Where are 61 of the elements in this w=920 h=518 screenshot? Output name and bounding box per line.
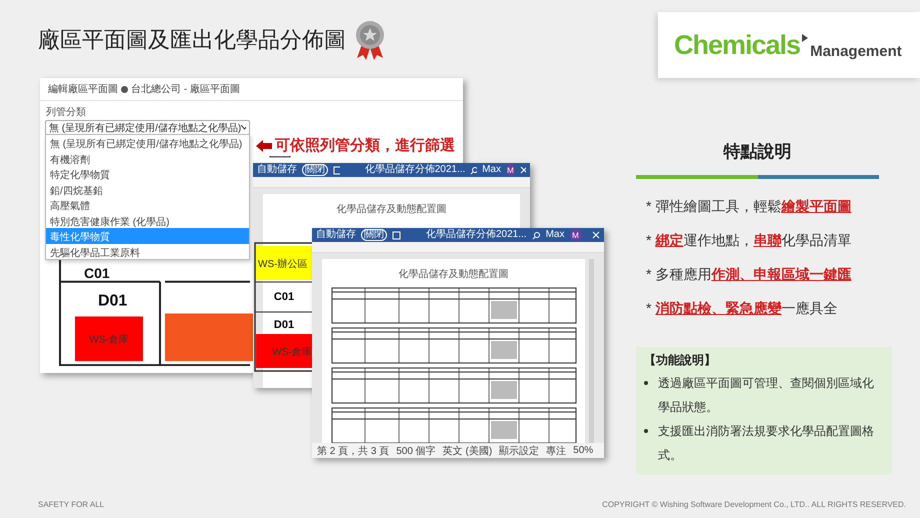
user-name: Max [546, 230, 564, 240]
room-label: C01 [84, 264, 110, 281]
callout-text: 可依照列管分類，進行篩選 [275, 136, 455, 155]
user-avatar[interactable]: M [506, 164, 515, 176]
status-text: 50% [573, 445, 594, 456]
field-label: 列管分類 [46, 106, 87, 119]
status-text: 500 個字 [396, 444, 436, 458]
footer-slogan: SAFETY FOR ALL [38, 500, 104, 508]
features-heading: 特點說明 [722, 141, 792, 163]
document-heading: 化學品儲存及動態配置圖 [398, 268, 508, 281]
status-text: 顯示設定 [499, 444, 540, 458]
dropdown-option[interactable]: 無 (呈現所有已綁定使用/儲存地點之化學品) [46, 135, 249, 150]
function-title: 【功能說明】 [644, 352, 717, 369]
copyright-text: COPYRIGHT © Wishing Software Development Co., LTD.. ALL RIGHTS RESERVED. [602, 500, 906, 508]
close-icon[interactable] [592, 231, 600, 239]
document-title: 化學品儲存分佈2021... [426, 230, 527, 240]
save-icon[interactable] [333, 166, 340, 174]
status-text: 第 2 頁，共 3 頁 [317, 444, 390, 458]
bullet-icon [644, 429, 648, 433]
feature-text: * 多種應用作測、申報區域一鍵匯 [646, 265, 852, 284]
scrollbar[interactable] [589, 259, 594, 443]
autosave-label: 自動儲存 [257, 165, 297, 175]
zone-label: WS-辦公區 [258, 259, 308, 270]
close-icon[interactable] [520, 166, 526, 174]
room-label: D01 [274, 319, 294, 331]
search-icon[interactable] [470, 166, 478, 174]
room-label: C01 [274, 291, 294, 303]
zone-label: WS-倉庫 [272, 347, 312, 358]
dropdown-option[interactable]: 高壓氣體 [46, 197, 249, 212]
autosave-label: 自動儲存 [316, 230, 356, 240]
room-label: D01 [98, 292, 128, 310]
document-title: 化學品儲存分佈2021... [364, 165, 466, 175]
dropdown-option[interactable]: 有機溶劑 [46, 150, 249, 166]
search-icon[interactable] [532, 230, 541, 240]
page-heading: 編輯廠區平面圖 [48, 82, 118, 96]
logo-wordmark: Chemicals [674, 30, 800, 60]
location-text: 台北總公司 - 廠區平面圖 [131, 82, 240, 96]
dropdown-option[interactable]: 鉛/四烷基鉛 [46, 182, 249, 197]
play-triangle-icon [802, 34, 808, 42]
status-text: 英文 (美國) [442, 444, 492, 458]
feature-text: * 彈性繪圖工具，輕鬆繪製平面圖 [646, 197, 852, 216]
user-avatar[interactable]: M [570, 229, 582, 241]
bullet-icon [644, 381, 648, 385]
logo-subtitle: Management [810, 43, 902, 60]
function-text: 透過廠區平面圖可管理、查閱個別區域化學品狀態。 [658, 375, 875, 416]
document-heading: 化學品儲存及動態配置圖 [336, 202, 446, 216]
user-name: Max [482, 165, 501, 175]
slide-title: 廠區平面圖及匯出化學品分佈圖 [38, 26, 346, 54]
medal-icon [354, 20, 386, 60]
dropdown-option[interactable]: 先驅化學品工業原料 [46, 244, 249, 259]
save-icon[interactable] [392, 230, 401, 240]
status-text: 專注 [546, 444, 566, 458]
info-icon [121, 86, 128, 92]
feature-text: * 綁定運作地點，串聯化學品清單 [646, 231, 852, 250]
left-arrow-icon [256, 140, 272, 152]
function-text: 支援匯出消防署法規要求化學品配置圖格式。 [658, 423, 875, 464]
dropdown-option[interactable]: 特定化學物質 [46, 166, 249, 182]
feature-text: * 消防點檢、緊急應變一應具全 [646, 299, 838, 318]
dropdown-option[interactable]: 特別危害健康作業 (化學品) [46, 212, 249, 228]
zone-label: WS-倉庫 [89, 334, 129, 346]
chevron-down-icon [241, 125, 246, 130]
